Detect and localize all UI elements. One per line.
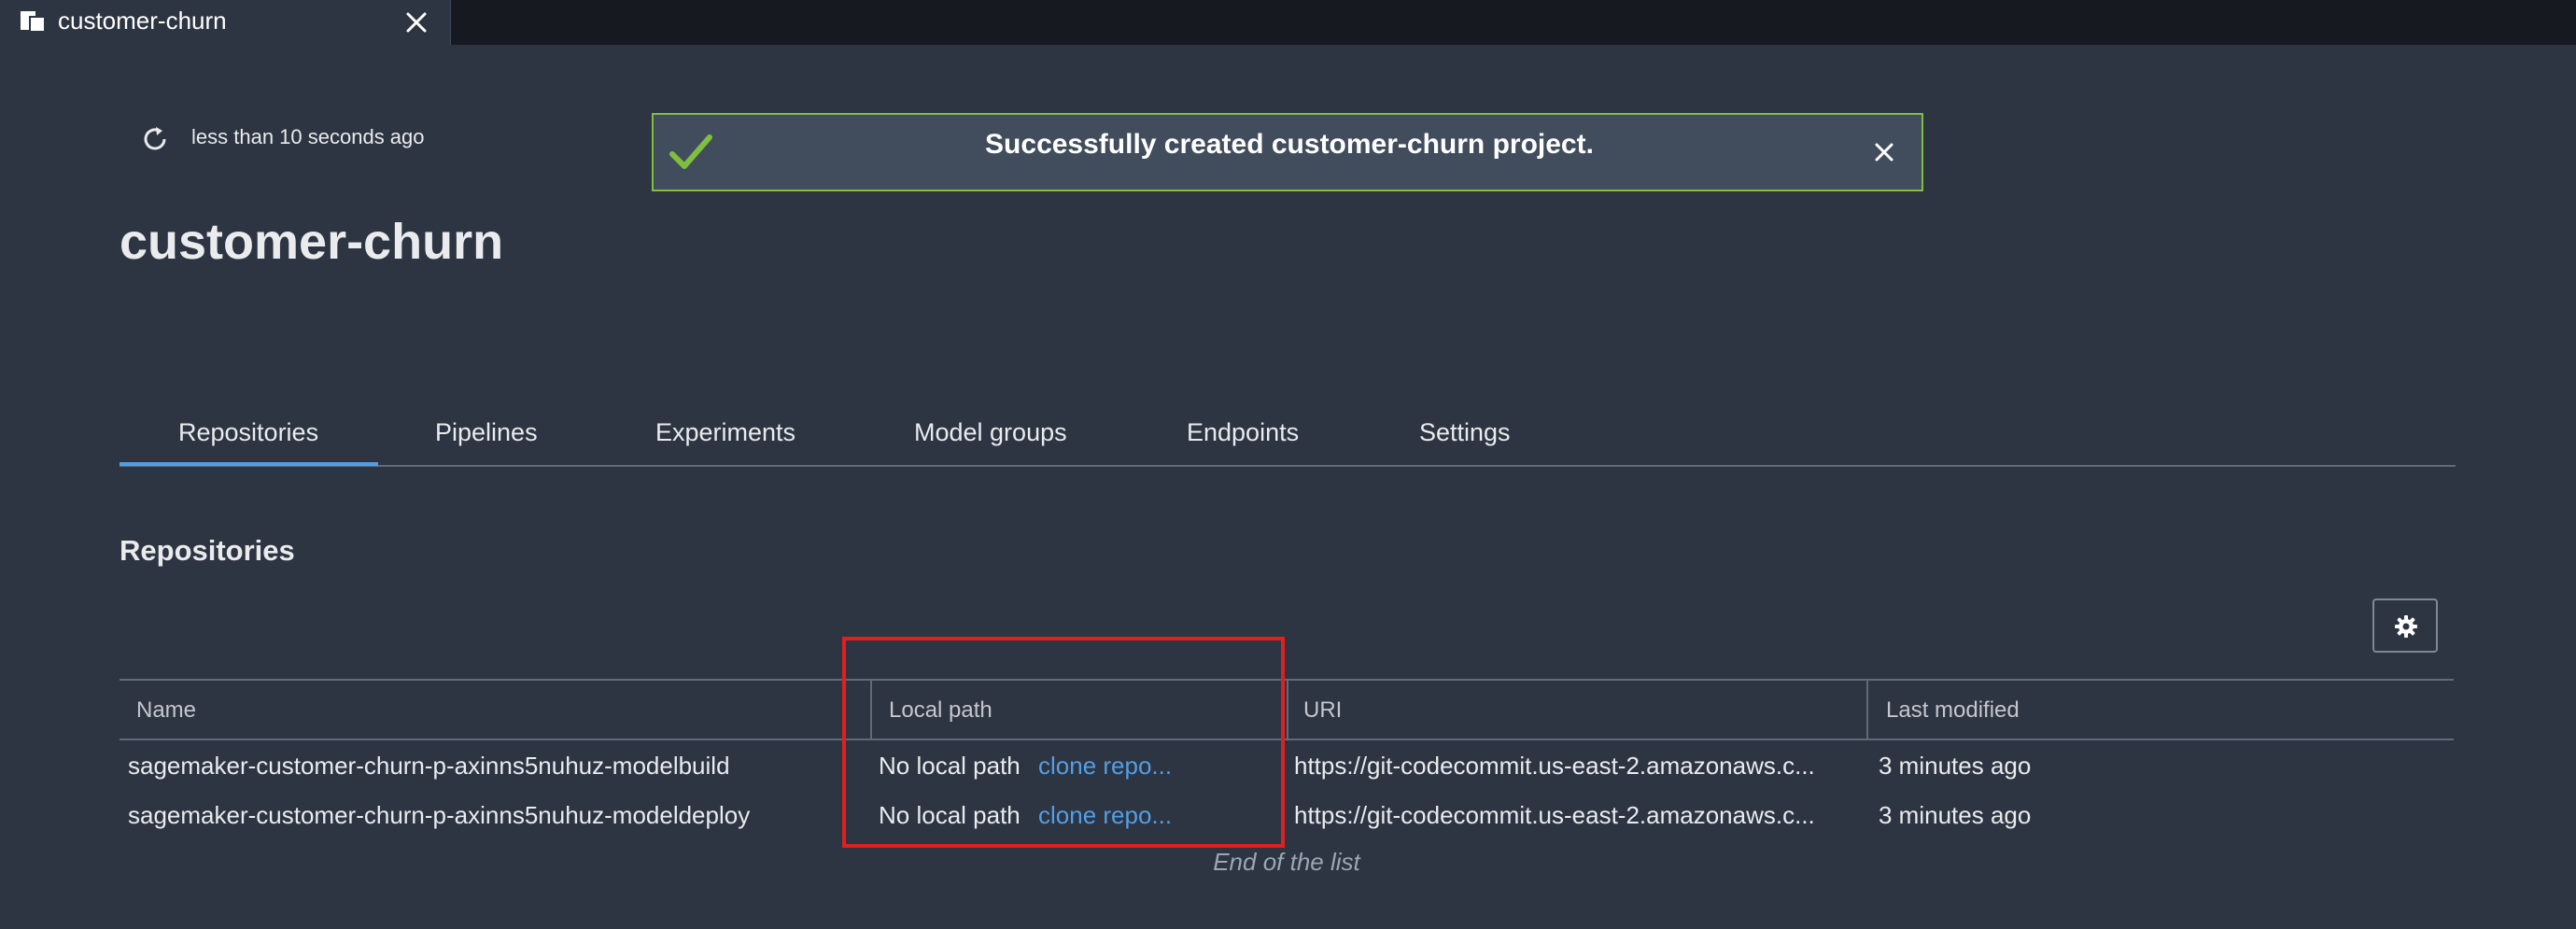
table-row[interactable]: sagemaker-customer-churn-p-axinns5nuhuz-… [120, 801, 2454, 852]
refresh-icon[interactable] [138, 122, 172, 156]
tab-pipelines[interactable]: Pipelines [435, 418, 538, 447]
column-divider[interactable] [1287, 681, 1288, 739]
repo-uri: https://git-codecommit.us-east-2.amazona… [1294, 752, 1815, 780]
end-of-list-text: End of the list [1213, 848, 1360, 876]
document-tab-label: customer-churn [58, 7, 227, 35]
tab-repositories[interactable]: Repositories [178, 418, 318, 447]
tab-settings[interactable]: Settings [1419, 418, 1511, 447]
repo-name: sagemaker-customer-churn-p-axinns5nuhuz-… [128, 752, 730, 780]
close-icon[interactable] [400, 6, 433, 39]
close-icon[interactable] [1867, 135, 1901, 169]
refresh-timestamp: less than 10 seconds ago [191, 125, 425, 148]
clone-repo-link[interactable]: clone repo... [1038, 801, 1172, 830]
tab-endpoints[interactable]: Endpoints [1187, 418, 1299, 447]
success-flashbar: Successfully created customer-churn proj… [652, 113, 1923, 191]
repo-name: sagemaker-customer-churn-p-axinns5nuhuz-… [128, 801, 751, 829]
document-icon [21, 11, 46, 33]
column-divider[interactable] [1866, 681, 1868, 739]
project-tabs: Repositories Pipelines Experiments Model… [120, 401, 2456, 467]
gear-icon [2395, 615, 2417, 638]
tab-experiments[interactable]: Experiments [655, 418, 795, 447]
last-modified: 3 minutes ago [1879, 752, 2032, 780]
page-title: customer-churn [120, 214, 504, 270]
column-header-last-modified[interactable]: Last modified [1886, 697, 2020, 724]
column-header-name[interactable]: Name [136, 697, 196, 724]
editor-tab-bar: customer-churn [0, 0, 2576, 45]
document-tab[interactable]: customer-churn [0, 0, 451, 45]
active-tab-indicator [120, 462, 378, 466]
section-title: Repositories [120, 534, 295, 567]
column-header-uri[interactable]: URI [1303, 697, 1342, 724]
local-path: No local path [879, 801, 1021, 829]
table-settings-button[interactable] [2372, 598, 2438, 653]
repo-uri: https://git-codecommit.us-east-2.amazona… [1294, 801, 1815, 829]
table-header: Name Local path URI Last modified [120, 679, 2454, 740]
flash-message: Successfully created customer-churn proj… [985, 129, 1594, 160]
last-modified: 3 minutes ago [1879, 801, 2032, 829]
clone-repo-link[interactable]: clone repo... [1038, 752, 1172, 781]
column-header-local-path[interactable]: Local path [889, 697, 992, 724]
tab-model-groups[interactable]: Model groups [914, 418, 1067, 447]
table-row[interactable]: sagemaker-customer-churn-p-axinns5nuhuz-… [120, 752, 2454, 802]
local-path: No local path [879, 752, 1021, 780]
column-divider[interactable] [870, 681, 872, 739]
